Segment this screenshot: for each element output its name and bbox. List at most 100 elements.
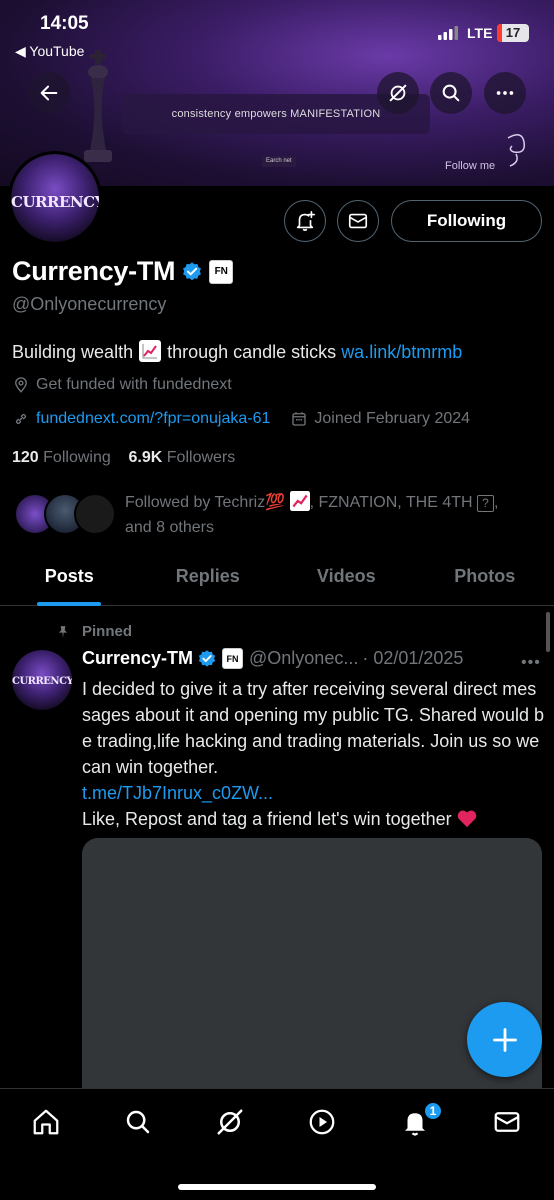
followed-by-part1: Followed by Techriz💯 <box>125 494 286 511</box>
following-count-link[interactable]: 120 Following <box>12 449 111 466</box>
compose-button[interactable] <box>467 1002 542 1077</box>
affiliate-badge: FN <box>222 648 244 669</box>
nav-video[interactable] <box>307 1107 337 1137</box>
notifications-bell-button[interactable] <box>284 200 326 242</box>
followed-by-part2: , FZNATION, THE 4TH <box>309 494 473 511</box>
tab-posts[interactable]: Posts <box>0 556 139 606</box>
link-icon <box>15 413 27 425</box>
tweet-header: Currency-TM FN @Onlyonec... · 02/01/2025 <box>82 648 463 669</box>
joined-date: Joined February 2024 <box>314 410 471 427</box>
grok-icon <box>217 1109 243 1135</box>
tweet-body[interactable]: I decided to give it a try after receivi… <box>82 676 544 832</box>
chess-king-image <box>84 50 112 162</box>
calendar-icon <box>292 412 307 426</box>
profile-handle: @Onlyonecurrency <box>12 294 167 314</box>
more-options-button[interactable] <box>484 72 526 114</box>
back-button[interactable] <box>28 72 70 114</box>
unknown-glyph-box: ? <box>477 495 495 512</box>
pinned-label: Pinned <box>82 623 133 640</box>
avatar-image: CURRENCY <box>11 154 99 242</box>
profile-bio: Building wealth through candle sticks wa.… <box>12 340 462 363</box>
avatar-image: CURRENCY <box>12 650 72 710</box>
avatar-text: CURRENCY <box>11 192 102 211</box>
followers-count-link[interactable]: 6.9K Followers <box>129 449 236 466</box>
banner-quote: consistency empowers MANIFESTATION <box>171 108 381 120</box>
followers-label: Followers <box>166 449 236 466</box>
scrollbar[interactable] <box>546 612 550 652</box>
envelope-icon <box>348 213 368 229</box>
search-icon <box>442 84 460 102</box>
chart-increasing-icon <box>139 340 162 362</box>
bell-plus-icon <box>296 211 315 231</box>
tweet-link[interactable]: t.me/TJb7Inrux_c0ZW... <box>82 783 273 803</box>
followers-count: 6.9K <box>128 449 163 466</box>
tab-photos[interactable]: Photos <box>416 556 554 605</box>
battery-percent: 17 <box>505 25 521 40</box>
status-time: 14:05 <box>40 13 89 34</box>
profile-location: Get funded with fundednext <box>12 376 232 394</box>
profile-avatar[interactable]: CURRENCY <box>8 151 102 245</box>
tweet-author-handle[interactable]: @Onlyonec... <box>249 648 358 669</box>
tab-label: Posts <box>44 566 94 586</box>
home-indicator[interactable] <box>178 1184 376 1190</box>
chart-increasing-icon <box>289 491 310 511</box>
affiliate-badge[interactable]: FN <box>209 259 234 284</box>
verified-badge-icon[interactable] <box>181 261 203 283</box>
tab-label: Videos <box>316 566 376 586</box>
display-name: Currency-TM <box>12 256 176 286</box>
signal-icon <box>438 26 458 40</box>
search-button[interactable] <box>430 72 472 114</box>
bio-text-end: through candle sticks <box>167 342 337 362</box>
tweet-text-2: Like, Repost and tag a friend let's win … <box>82 809 452 829</box>
tab-replies[interactable]: Replies <box>139 556 278 605</box>
swirl-icon <box>507 134 526 167</box>
nav-messages[interactable] <box>492 1107 522 1137</box>
tweet-author-name[interactable]: Currency-TM <box>82 648 193 669</box>
home-icon <box>33 1109 59 1135</box>
battery-indicator: 17 <box>497 24 529 42</box>
status-bar: 14:05 ◀ YouTube LTE 17 <box>0 0 554 64</box>
followed-by-others: and 8 others <box>125 519 214 536</box>
location-text: Get funded with fundednext <box>36 376 232 393</box>
profile-website-row: fundednext.com/?fpr=onujaka-61 Joined Fe… <box>12 410 470 428</box>
following-label: Following <box>43 449 111 466</box>
nav-home[interactable] <box>31 1107 61 1137</box>
follow-counts: 120 Following 6.9K Followers <box>12 449 235 467</box>
grok-button[interactable] <box>377 72 419 114</box>
banner-follow-me: Follow me <box>445 160 496 172</box>
avatar-text: CURRENCY <box>12 676 72 688</box>
active-tab-indicator <box>37 602 102 606</box>
tweet-date: · 02/01/2025 <box>362 648 464 668</box>
nav-grok[interactable] <box>215 1107 245 1137</box>
tab-label: Photos <box>454 566 516 586</box>
more-horizontal-icon <box>496 91 514 95</box>
heart-icon <box>457 810 476 828</box>
profile-name-row: Currency-TM FN <box>12 256 234 287</box>
website-link[interactable]: fundednext.com/?fpr=onujaka-61 <box>36 410 270 428</box>
tweet-author-avatar[interactable]: CURRENCY <box>12 650 72 710</box>
back-to-app-link[interactable]: ◀ YouTube <box>15 43 84 60</box>
search-icon <box>126 1110 150 1134</box>
message-button[interactable] <box>337 200 379 242</box>
bio-link[interactable]: wa.link/btmrmb <box>341 342 462 362</box>
banner-tag: Earch net <box>262 156 296 167</box>
following-count: 120 <box>12 449 39 466</box>
follower-avatar <box>74 493 116 535</box>
pinned-indicator: Pinned <box>56 623 132 640</box>
tab-videos[interactable]: Videos <box>277 556 416 605</box>
notifications-badge: 1 <box>423 1101 443 1121</box>
nav-search[interactable] <box>123 1107 153 1137</box>
arrow-left-icon <box>40 85 58 101</box>
grok-icon <box>389 84 407 102</box>
location-pin-icon <box>15 377 27 393</box>
tweet-more-button[interactable]: ••• <box>521 654 541 672</box>
tab-label: Replies <box>175 566 240 586</box>
envelope-icon <box>494 1112 520 1132</box>
following-button[interactable]: Following <box>391 200 542 242</box>
plus-icon <box>492 1027 517 1052</box>
profile-tabs: Posts Replies Videos Photos <box>0 556 554 606</box>
play-circle-icon <box>309 1109 335 1135</box>
network-type: LTE <box>467 25 493 41</box>
followed-by-text[interactable]: Followed by Techriz💯 , FZNATION, THE 4TH… <box>125 490 545 540</box>
bio-text-start: Building wealth <box>12 342 134 362</box>
